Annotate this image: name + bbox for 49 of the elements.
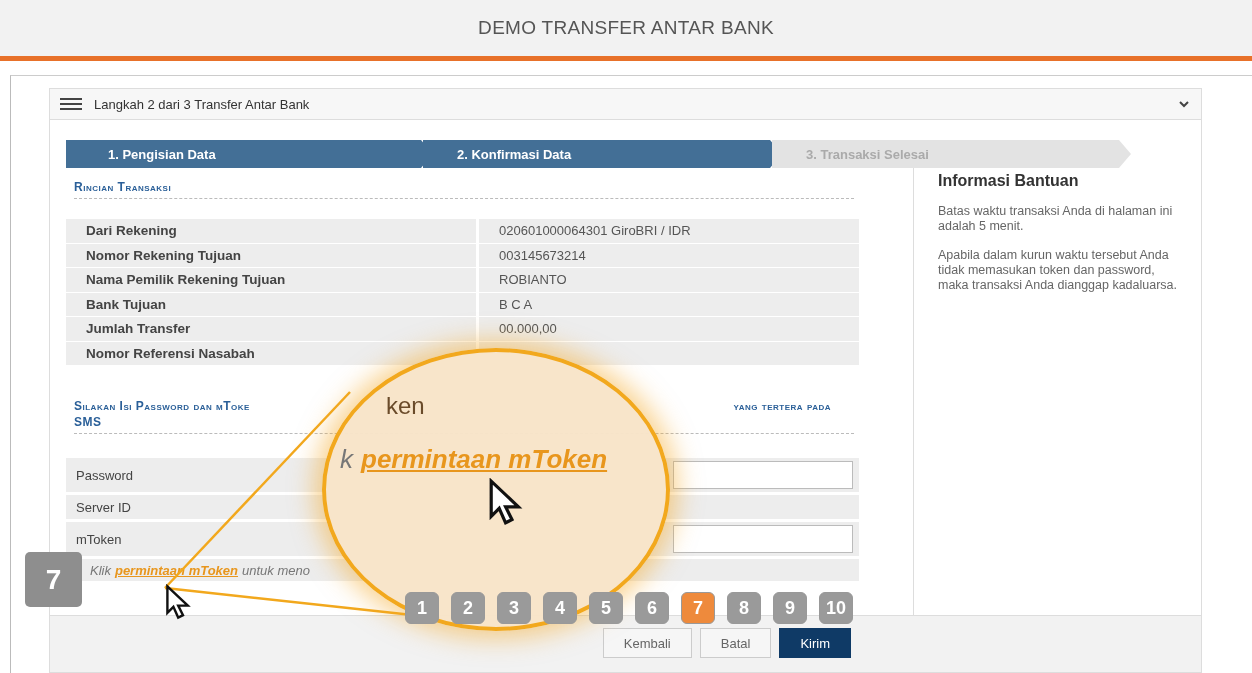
table-cell: B C A (479, 292, 859, 316)
menu-title: Langkah 2 dari 3 Transfer Antar Bank (94, 96, 311, 112)
action-button[interactable]: Batal (699, 628, 772, 658)
tutorial-page-button[interactable]: 10 (819, 592, 853, 624)
field-label: Password (76, 467, 135, 483)
tutorial-page-button[interactable]: 6 (635, 592, 669, 624)
table-cell: Jumlah Transfer (66, 317, 476, 341)
progress-step: 3. Transaksi Selesai (772, 140, 1131, 168)
page-title: DEMO TRANSFER ANTAR BANK (478, 17, 774, 39)
step-badge: 7 (25, 552, 82, 607)
menu-icon[interactable] (60, 98, 82, 110)
tutorial-page-button[interactable]: 9 (773, 592, 807, 624)
hint-text: untuk meno (242, 562, 310, 578)
table-cell: ROBIANTO (479, 268, 859, 292)
magnified-text: permintaan mToken (361, 444, 608, 475)
input-field[interactable] (673, 461, 853, 489)
action-button[interactable]: Kirim (779, 628, 851, 658)
magnified-text: k (340, 444, 353, 475)
help-text: Batas waktu transaksi Anda di halaman ini adalah 5 menit. (938, 204, 1174, 234)
section-heading: Rincian Transaksi (73, 180, 173, 194)
table-cell: Dari Rekening (66, 219, 476, 243)
cursor-icon (488, 478, 524, 526)
hint-text: Klik (90, 562, 111, 578)
cursor-icon (165, 584, 192, 620)
table-cell: 003145673214 (479, 243, 859, 267)
field-label: Server ID (76, 499, 132, 515)
section-heading: Silakan Isi Password dan mToke (73, 399, 251, 413)
tutorial-page-button[interactable]: 7 (681, 592, 715, 624)
help-title: Informasi Bantuan (938, 172, 1080, 190)
tutorial-page-button[interactable]: 4 (543, 592, 577, 624)
field-label: mToken (76, 531, 123, 547)
help-text: Apabila dalam kurun waktu tersebut Anda tidak memasukan token dan password, maka transaksi Anda dianggap kadaluarsa. (938, 248, 1179, 293)
action-button[interactable]: Kembali (602, 628, 692, 658)
magnified-text: ken (386, 392, 425, 420)
table-cell: 00.000,00 (479, 317, 859, 341)
input-field[interactable] (673, 525, 853, 553)
table-cell: Nama Pemilik Rekening Tujuan (66, 268, 476, 292)
tutorial-page-button[interactable]: 3 (497, 592, 531, 624)
section-heading: yang tertera pada (732, 399, 832, 413)
table-cell: Nomor Referensi Nasabah (66, 341, 476, 365)
tutorial-page-button[interactable]: 5 (589, 592, 623, 624)
table-cell: Bank Tujuan (66, 292, 476, 316)
tutorial-page-button[interactable]: 2 (451, 592, 485, 624)
table-cell: 020601000064301 GiroBRI / IDR (479, 219, 859, 243)
chevron-down-icon[interactable] (1179, 100, 1189, 108)
section-heading: SMS (73, 415, 103, 429)
tutorial-page-button[interactable]: 8 (727, 592, 761, 624)
tutorial-page-button[interactable]: 1 (405, 592, 439, 624)
table-cell: Nomor Rekening Tujuan (66, 243, 476, 267)
